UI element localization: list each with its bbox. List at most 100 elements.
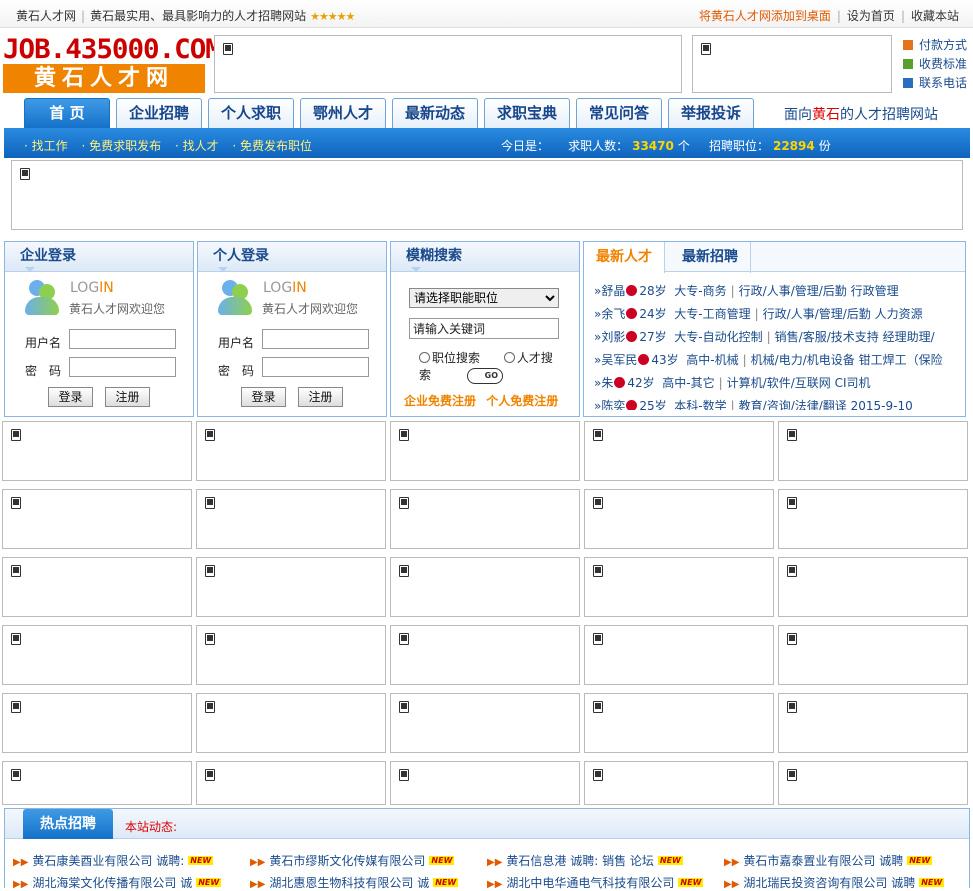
contact-phone-link[interactable]: 联系电话	[903, 74, 967, 93]
ad-slot[interactable]	[390, 693, 580, 753]
seekers-label: 求职人数：	[568, 139, 629, 153]
ad-slot[interactable]	[778, 489, 968, 549]
hot-recruit-item[interactable]: ▶▶ 黄石信息港 诚聘: 销售 论坛 NEW	[487, 852, 683, 869]
hot-recruit-item[interactable]: ▶▶ 黄石康美酉业有限公司 诚聘: NEW	[13, 852, 214, 869]
pricing-link[interactable]: 收费标准	[903, 55, 967, 74]
personal-password-input[interactable]	[262, 357, 369, 377]
hot-item-text[interactable]: 湖北瑞民投资咨询有限公司 诚聘	[743, 876, 915, 890]
personal-register-button[interactable]: 注册	[298, 387, 343, 407]
talent-row[interactable]: »余飞 24岁 大专-工商管理 | 行政/人事/管理/后勤 人力资源	[594, 303, 956, 326]
company-free-register-link[interactable]: 企业免费注册	[404, 394, 476, 408]
talent-row[interactable]: »吴军民 43岁 高中-机械 | 机械/电力/机电设备 钳工焊工（保险	[594, 349, 956, 372]
banner-ad-slot[interactable]	[214, 35, 682, 93]
ad-slot[interactable]	[390, 489, 580, 549]
ad-slot[interactable]	[778, 421, 968, 481]
ad-slot[interactable]	[196, 761, 386, 805]
personal-free-register-link[interactable]: 个人免费注册	[486, 394, 558, 408]
talent-name[interactable]: 朱	[601, 376, 613, 390]
ad-slot[interactable]	[2, 489, 192, 549]
tab-job-guide[interactable]: 求职宝典	[484, 98, 570, 128]
site-name[interactable]: 黄石人才网	[16, 9, 76, 23]
company-password-input[interactable]	[69, 357, 176, 377]
talent-name[interactable]: 刘影	[601, 330, 625, 344]
hot-recruit-item[interactable]: ▶▶ 黄石市缪斯文化传媒有限公司 NEW	[250, 852, 455, 869]
personal-login-button[interactable]: 登录	[241, 387, 286, 407]
ad-slot[interactable]	[196, 421, 386, 481]
tab-latest-talent[interactable]: 最新人才	[584, 242, 665, 273]
talent-name[interactable]: 陈奕	[601, 399, 625, 410]
job-category-select[interactable]: 请选择职能职位	[409, 288, 559, 308]
hot-item-text[interactable]: 黄石信息港 诚聘: 销售 论坛	[506, 854, 654, 868]
talent-row[interactable]: »陈奕 25岁 本科-数学 | 教育/咨询/法律/翻译 2015-9-10	[594, 395, 956, 410]
ad-slot[interactable]	[584, 489, 774, 549]
ad-slot[interactable]	[778, 557, 968, 617]
find-talent-link[interactable]: · 找人才	[175, 139, 219, 153]
company-username-input[interactable]	[69, 329, 176, 349]
tab-latest-news[interactable]: 最新动态	[392, 98, 478, 128]
payment-method-link[interactable]: 付款方式	[903, 36, 967, 55]
tab-ezhou-talent[interactable]: 鄂州人才	[300, 98, 386, 128]
ad-slot[interactable]	[2, 761, 192, 805]
keyword-input[interactable]	[409, 318, 559, 339]
add-to-desktop-link[interactable]: 将黄石人才网添加到桌面	[699, 9, 831, 23]
ad-slot[interactable]	[196, 693, 386, 753]
ad-slot[interactable]	[196, 489, 386, 549]
hot-recruit-title[interactable]: 热点招聘	[23, 809, 113, 839]
ad-slot[interactable]	[584, 761, 774, 805]
tab-job-seeking[interactable]: 个人求职	[208, 98, 294, 128]
hot-item-text[interactable]: 湖北惠恩生物科技有限公司 诚	[269, 876, 429, 890]
ad-slot[interactable]	[2, 625, 192, 685]
radio-job-search[interactable]: 职位搜索	[419, 351, 490, 365]
ad-slot[interactable]	[778, 625, 968, 685]
ad-slot[interactable]	[778, 761, 968, 805]
ad-slot[interactable]	[2, 421, 192, 481]
talent-name[interactable]: 余飞	[601, 307, 625, 321]
talent-row[interactable]: »朱 42岁 高中-其它 | 计算机/软件/互联网 CI司机	[594, 372, 956, 395]
wide-banner-slot[interactable]	[11, 160, 963, 230]
hot-recruit-item[interactable]: ▶▶ 湖北海棠文化传播有限公司 诚 NEW	[13, 874, 222, 891]
bookmark-link[interactable]: 收藏本站	[911, 9, 959, 23]
ad-slot[interactable]	[196, 557, 386, 617]
ad-slot[interactable]	[584, 693, 774, 753]
hot-recruit-item[interactable]: ▶▶ 湖北惠恩生物科技有限公司 诚 NEW	[250, 874, 459, 891]
hot-item-text[interactable]: 黄石康美酉业有限公司 诚聘:	[32, 854, 184, 868]
find-job-link[interactable]: · 找工作	[24, 139, 68, 153]
hot-item-text[interactable]: 黄石市嘉泰置业有限公司 诚聘	[743, 854, 903, 868]
ad-slot[interactable]	[390, 761, 580, 805]
talent-name[interactable]: 吴军民	[601, 353, 637, 367]
hot-recruit-item[interactable]: ▶▶ 湖北中电华通电气科技有限公司 NEW	[487, 874, 704, 891]
broken-image-icon	[787, 633, 797, 645]
tab-company-recruit[interactable]: 企业招聘	[116, 98, 202, 128]
hot-item-text[interactable]: 湖北海棠文化传播有限公司 诚	[32, 876, 192, 890]
hot-recruit-item[interactable]: ▶▶ 湖北瑞民投资咨询有限公司 诚聘 NEW	[724, 874, 945, 891]
ad-slot[interactable]	[390, 421, 580, 481]
ad-slot[interactable]	[390, 625, 580, 685]
ad-slot[interactable]	[2, 693, 192, 753]
ad-slot[interactable]	[584, 421, 774, 481]
personal-username-input[interactable]	[262, 329, 369, 349]
site-logo[interactable]: JOB.435000.COM 黄石人才网	[3, 35, 222, 93]
ad-slot[interactable]	[196, 625, 386, 685]
ad-slot[interactable]	[778, 693, 968, 753]
tab-report[interactable]: 举报投诉	[668, 98, 754, 128]
ad-slot[interactable]	[2, 557, 192, 617]
talent-row[interactable]: »舒晶 28岁 大专-商务 | 行政/人事/管理/后勤 行政管理	[594, 280, 956, 303]
hot-item-text[interactable]: 黄石市缪斯文化传媒有限公司	[269, 854, 425, 868]
talent-name[interactable]: 舒晶	[601, 284, 625, 298]
ad-slot[interactable]	[390, 557, 580, 617]
post-job-link[interactable]: · 免费发布职位	[232, 139, 312, 153]
ad-slot[interactable]	[584, 625, 774, 685]
hot-recruit-item[interactable]: ▶▶ 黄石市嘉泰置业有限公司 诚聘 NEW	[724, 852, 933, 869]
set-homepage-link[interactable]: 设为首页	[847, 9, 895, 23]
company-register-button[interactable]: 注册	[105, 387, 150, 407]
tab-home[interactable]: 首 页	[24, 98, 110, 128]
hot-item-text[interactable]: 湖北中电华通电气科技有限公司	[506, 876, 674, 890]
talent-row[interactable]: »刘影 27岁 大专-自动化控制 | 销售/客服/技术支持 经理助理/	[594, 326, 956, 349]
banner-ad-slot-small[interactable]	[692, 35, 892, 93]
post-resume-link[interactable]: · 免费求职发布	[81, 139, 161, 153]
go-button[interactable]: GO	[467, 368, 503, 384]
company-login-button[interactable]: 登录	[48, 387, 93, 407]
ad-slot[interactable]	[584, 557, 774, 617]
tab-latest-jobs[interactable]: 最新招聘	[670, 242, 751, 273]
tab-faq[interactable]: 常见问答	[576, 98, 662, 128]
